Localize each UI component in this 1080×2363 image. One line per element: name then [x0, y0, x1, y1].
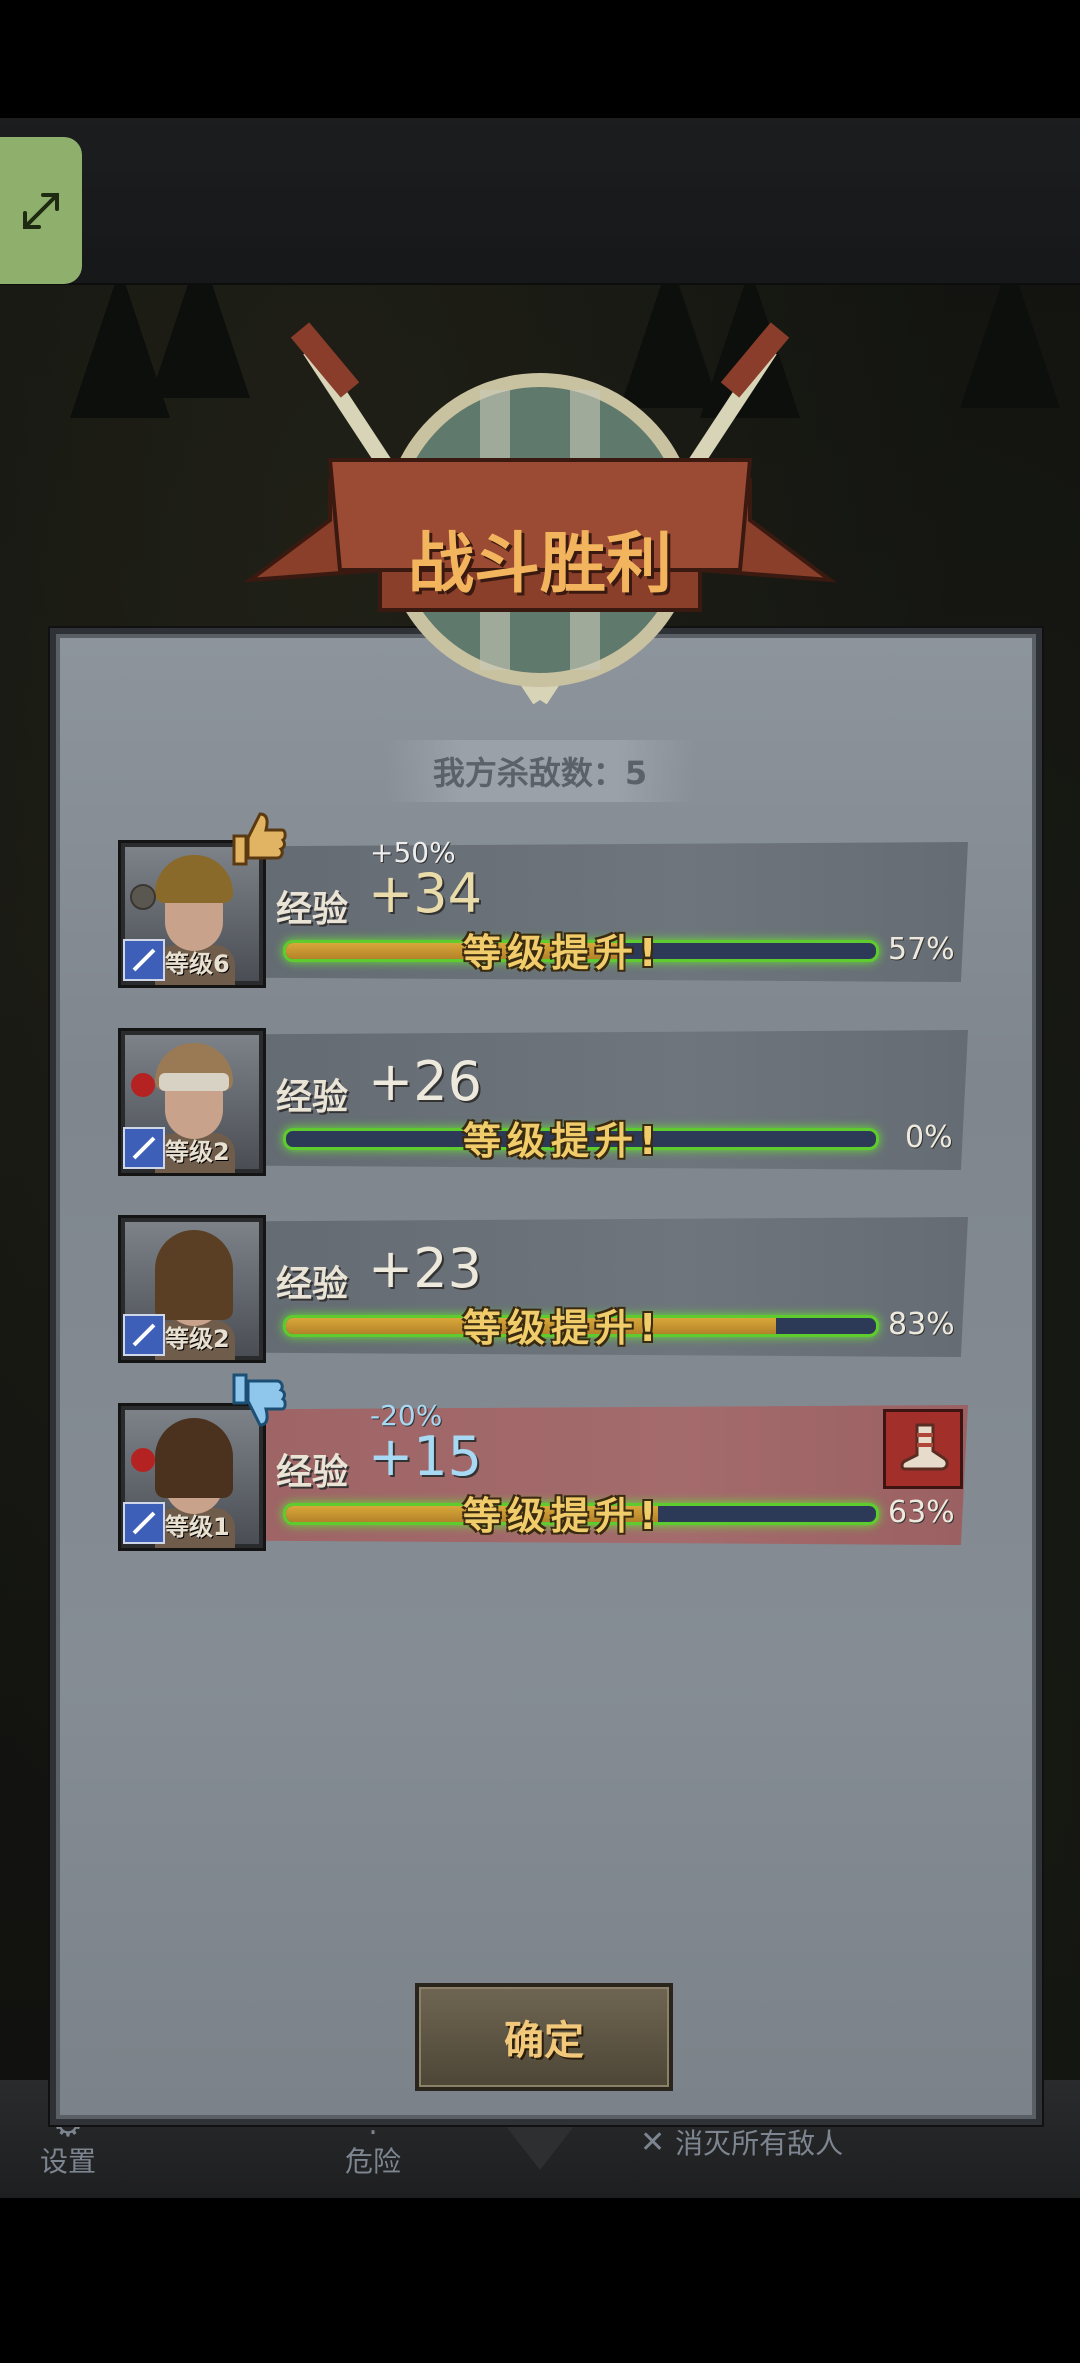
- exp-label: 经验: [276, 1264, 349, 1305]
- helmet-icon: [125, 879, 161, 915]
- exp-label: 经验: [276, 1077, 349, 1118]
- hero-row: 等级2 经验 +26 等级提升! 0%: [118, 1028, 968, 1176]
- hero-level: 等级2: [165, 1325, 230, 1353]
- exp-percent: 63%: [888, 1495, 955, 1530]
- exp-gain: +15: [368, 1425, 482, 1488]
- danger-label: 危险: [345, 2145, 402, 2178]
- injury-icon: [125, 1442, 161, 1478]
- exp-gain: +34: [368, 862, 482, 925]
- level-up-text: 等级提升!: [463, 1494, 663, 1538]
- injury-icon: [125, 1067, 161, 1103]
- hero-row: 等级6 +50% 经验 +34 等级提升! 57%: [118, 812, 968, 988]
- exp-percent: 57%: [888, 932, 955, 967]
- exp-percent: 0%: [905, 1120, 953, 1155]
- sword-class-icon: [123, 1127, 165, 1169]
- hero-level: 等级6: [165, 950, 230, 978]
- exp-percent: 83%: [888, 1307, 955, 1342]
- sword-class-icon: [123, 1502, 165, 1544]
- enemy-kill-count: 我方杀敌数：5: [385, 740, 695, 802]
- sword-class-icon: [123, 1314, 165, 1356]
- exp-gain: +23: [368, 1237, 482, 1300]
- settings-label: 设置: [40, 2145, 97, 2178]
- hero-portrait[interactable]: 等级2: [118, 1215, 266, 1363]
- level-up-text: 等级提升!: [463, 931, 663, 975]
- hero-level: 等级1: [165, 1513, 230, 1541]
- hero-level: 等级2: [165, 1138, 230, 1166]
- level-up-text: 等级提升!: [463, 1119, 663, 1163]
- expand-icon: [23, 192, 59, 229]
- hero-row: 等级1 -20% 经验 +15 等级提升! 63%: [118, 1373, 968, 1551]
- hero-portrait[interactable]: 等级2: [118, 1028, 266, 1176]
- exp-gain: +26: [368, 1050, 482, 1113]
- confirm-button[interactable]: 确定: [415, 1983, 673, 2091]
- expand-button[interactable]: [0, 137, 82, 284]
- objective: ✕ 消灭所有敌人: [640, 2122, 843, 2162]
- objective-label: 消灭所有敌人: [675, 2127, 844, 2160]
- victory-title: 战斗胜利: [408, 525, 672, 602]
- exp-label: 经验: [276, 889, 349, 930]
- crossed-swords-icon: ✕: [640, 2124, 666, 2160]
- hero-row: 等级2 经验 +23 等级提升! 83%: [118, 1215, 968, 1363]
- sword-class-icon: [123, 939, 165, 981]
- thumbs-up-icon: [228, 808, 288, 868]
- level-up-text: 等级提升!: [463, 1306, 663, 1350]
- exp-label: 经验: [276, 1452, 349, 1493]
- boot-icon[interactable]: [883, 1409, 963, 1489]
- thumbs-down-icon: [228, 1371, 288, 1431]
